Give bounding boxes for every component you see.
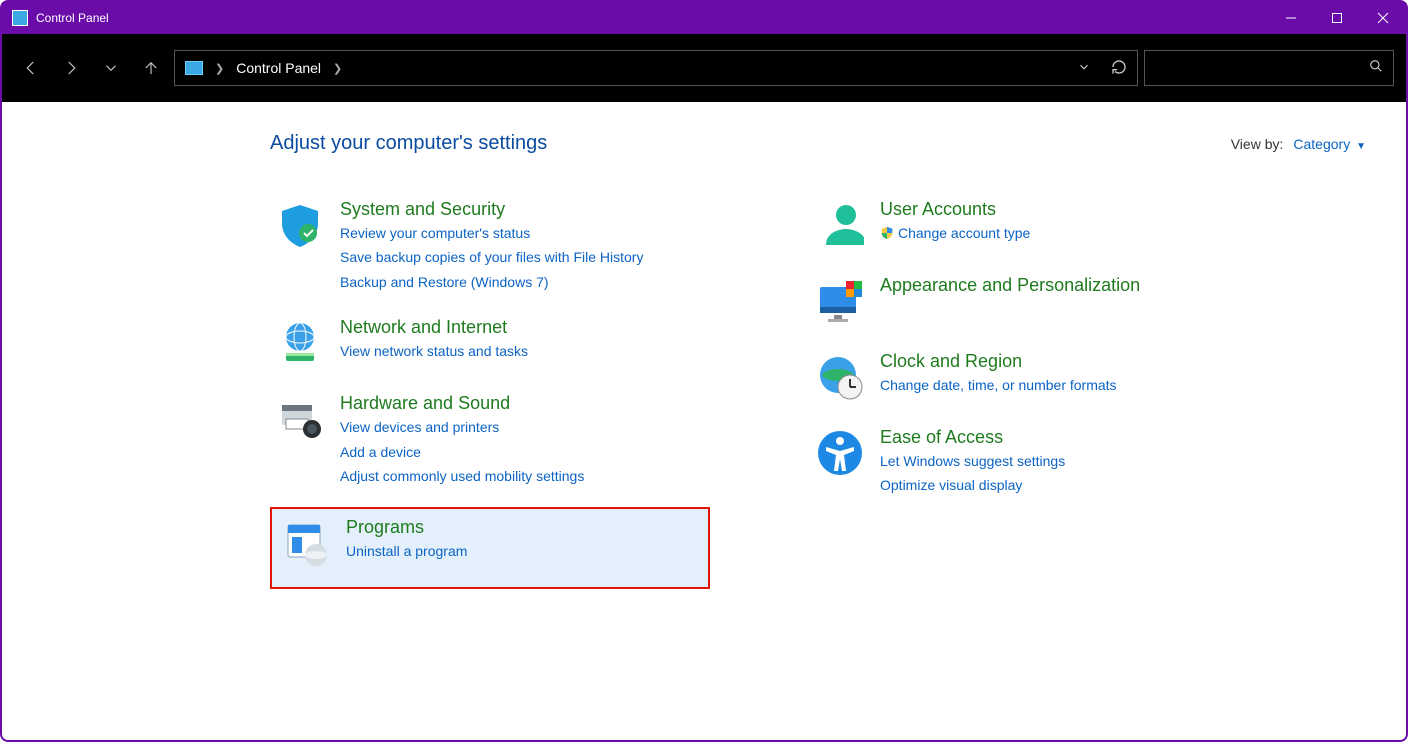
- refresh-button[interactable]: [1111, 59, 1127, 78]
- search-icon[interactable]: [1369, 59, 1383, 78]
- view-by-label: View by:: [1231, 136, 1284, 152]
- address-bar[interactable]: ❯ Control Panel ❯: [174, 50, 1138, 86]
- up-button[interactable]: [134, 51, 168, 85]
- minimize-button[interactable]: [1268, 2, 1314, 34]
- view-by-value[interactable]: Category ▼: [1293, 136, 1366, 152]
- category-column-left: System and Security Review your computer…: [270, 195, 710, 589]
- navigation-bar: ❯ Control Panel ❯: [2, 34, 1406, 102]
- monitor-colors-icon: [814, 275, 866, 327]
- accessibility-icon: [814, 427, 866, 479]
- back-button[interactable]: [14, 51, 48, 85]
- category-link[interactable]: Uninstall a program: [346, 540, 467, 562]
- category-column-right: User Accounts Change account type Appear…: [810, 195, 1144, 589]
- category-link[interactable]: Let Windows suggest settings: [880, 450, 1065, 472]
- globe-clock-icon: [814, 351, 866, 403]
- category-link[interactable]: Add a device: [340, 441, 584, 463]
- breadcrumb-separator-icon: ❯: [333, 62, 342, 75]
- address-control-panel-icon: [185, 61, 203, 75]
- category-link[interactable]: Review your computer's status: [340, 222, 643, 244]
- programs-icon: [280, 517, 332, 569]
- recent-dropdown-button[interactable]: [94, 51, 128, 85]
- category-appearance-personalization: Appearance and Personalization: [810, 271, 1144, 331]
- page-heading: Adjust your computer's settings: [270, 132, 547, 155]
- category-link[interactable]: View network status and tasks: [340, 340, 528, 362]
- category-title[interactable]: Network and Internet: [340, 317, 528, 338]
- search-box[interactable]: [1144, 50, 1394, 86]
- category-link[interactable]: Change account type: [880, 222, 1030, 244]
- category-title[interactable]: Programs: [346, 517, 467, 538]
- category-link[interactable]: Save backup copies of your files with Fi…: [340, 246, 643, 268]
- printer-camera-icon: [274, 393, 326, 445]
- globe-network-icon: [274, 317, 326, 369]
- category-link[interactable]: View devices and printers: [340, 416, 584, 438]
- category-system-security: System and Security Review your computer…: [270, 195, 710, 297]
- category-title[interactable]: Ease of Access: [880, 427, 1065, 448]
- category-programs: Programs Uninstall a program: [270, 507, 710, 589]
- category-title[interactable]: System and Security: [340, 199, 643, 220]
- uac-shield-icon: [880, 224, 894, 238]
- title-bar: Control Panel: [2, 2, 1406, 34]
- view-by-selector: View by: Category ▼: [1231, 136, 1366, 152]
- category-title[interactable]: Hardware and Sound: [340, 393, 584, 414]
- content-area: Adjust your computer's settings View by:…: [2, 102, 1406, 619]
- maximize-button[interactable]: [1314, 2, 1360, 34]
- category-link[interactable]: Optimize visual display: [880, 474, 1065, 496]
- category-link[interactable]: Adjust commonly used mobility settings: [340, 465, 584, 487]
- category-user-accounts: User Accounts Change account type: [810, 195, 1144, 255]
- chevron-down-icon: ▼: [1356, 141, 1366, 152]
- category-title[interactable]: Clock and Region: [880, 351, 1117, 372]
- window-title: Control Panel: [36, 11, 109, 25]
- shield-icon: [274, 199, 326, 251]
- category-hardware-sound: Hardware and Sound View devices and prin…: [270, 389, 710, 491]
- close-button[interactable]: [1360, 2, 1406, 34]
- forward-button[interactable]: [54, 51, 88, 85]
- category-link[interactable]: Change date, time, or number formats: [880, 374, 1117, 396]
- search-input[interactable]: [1155, 60, 1369, 76]
- breadcrumb-location[interactable]: Control Panel: [236, 60, 321, 76]
- category-title[interactable]: Appearance and Personalization: [880, 275, 1140, 296]
- control-panel-icon: [12, 10, 28, 26]
- category-link[interactable]: Backup and Restore (Windows 7): [340, 271, 643, 293]
- breadcrumb-separator-icon: ❯: [215, 62, 224, 75]
- category-title[interactable]: User Accounts: [880, 199, 1030, 220]
- category-network-internet: Network and Internet View network status…: [270, 313, 710, 373]
- user-icon: [814, 199, 866, 251]
- category-clock-region: Clock and Region Change date, time, or n…: [810, 347, 1144, 407]
- address-dropdown-icon[interactable]: [1077, 60, 1091, 77]
- category-ease-of-access: Ease of Access Let Windows suggest setti…: [810, 423, 1144, 501]
